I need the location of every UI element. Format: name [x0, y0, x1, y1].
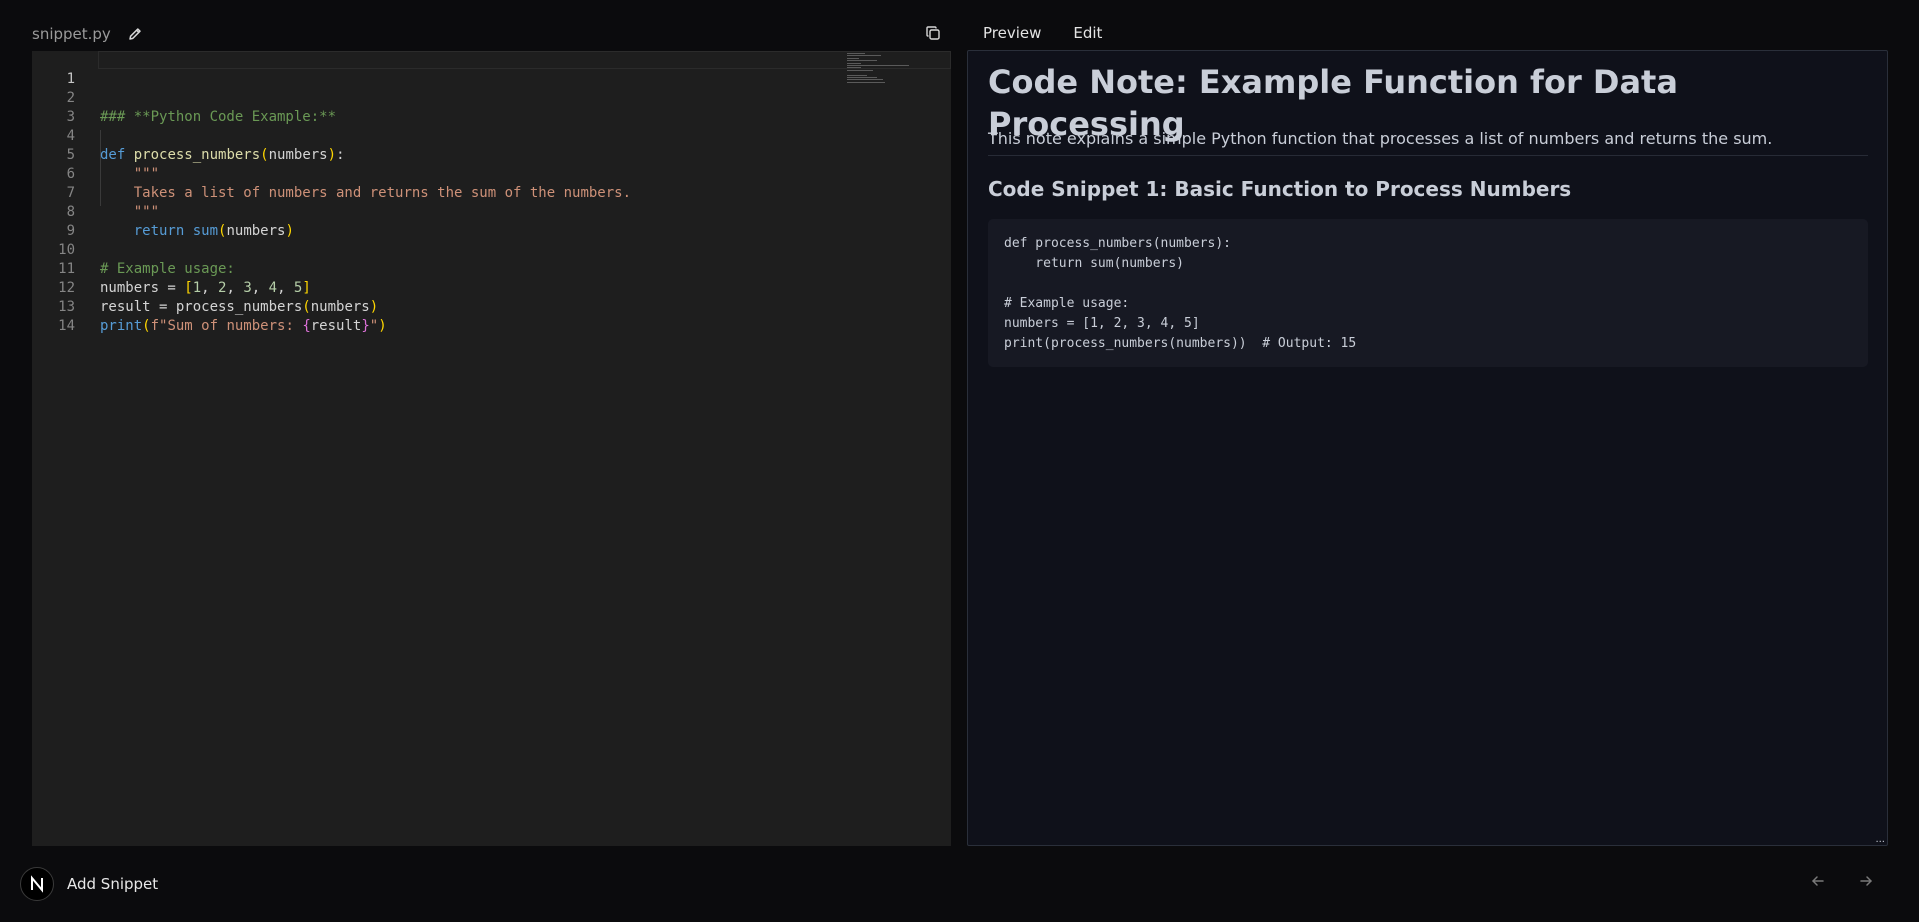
tab-preview[interactable]: Preview: [983, 22, 1041, 44]
filename: snippet.py: [32, 25, 111, 43]
logo-n-icon: [31, 875, 43, 893]
copy-icon[interactable]: [923, 23, 943, 43]
string-token: ": [369, 318, 379, 334]
code-line: 11 numbers = [1, 2, 3, 4, 5]: [32, 241, 951, 296]
app-logo: [20, 867, 54, 901]
code-line: 1: [32, 51, 951, 87]
code-line: 9: [32, 203, 951, 239]
add-snippet-button[interactable]: Add Snippet: [67, 875, 158, 893]
code-line: 12 result = process_numbers(numbers): [32, 260, 951, 315]
code-line: 10 # Example usage:: [32, 222, 951, 277]
code-line: 13 print(f"Sum of numbers: {result}"): [32, 279, 951, 334]
preview-heading: Code Snippet 1: Basic Function to Proces…: [988, 177, 1572, 201]
footer-left: Add Snippet: [20, 867, 158, 901]
variable-token: result: [310, 318, 362, 334]
view-tabs: Preview Edit: [983, 22, 1102, 44]
arrow-left-icon[interactable]: [1808, 871, 1828, 891]
code-line: 2 ### **Python Code Example:**: [32, 70, 951, 125]
function-token: print: [100, 318, 143, 334]
code-line: 4 def process_numbers(numbers):: [32, 108, 951, 163]
markdown-preview: Code Note: Example Function for Data Pro…: [967, 50, 1888, 846]
code-line: 14: [32, 298, 951, 334]
current-line-highlight: [98, 51, 951, 69]
snippet-navigation: [1808, 871, 1876, 891]
code-editor[interactable]: 1 2 ### **Python Code Example:** 3 4 def…: [32, 51, 951, 846]
pencil-icon[interactable]: [125, 24, 145, 44]
bracket-token: ): [378, 318, 387, 334]
code-line: 6 Takes a list of numbers and returns th…: [32, 146, 951, 201]
code-line: 8 return sum(numbers): [32, 184, 951, 239]
preview-code-block: def process_numbers(numbers): return sum…: [988, 219, 1868, 367]
code-line: 3: [32, 89, 951, 125]
code-line: 5 """: [32, 127, 951, 182]
preview-paragraph: This note explains a simple Python funct…: [988, 129, 1773, 148]
bracket-token: {: [302, 318, 311, 334]
code-line: 7 """: [32, 165, 951, 220]
string-token: f"Sum of numbers:: [150, 318, 303, 334]
arrow-right-icon[interactable]: [1856, 871, 1876, 891]
resize-handle-icon[interactable]: ...: [1875, 835, 1885, 845]
bracket-token: (: [142, 318, 151, 334]
line-number: 14: [58, 318, 75, 334]
file-header: snippet.py: [32, 22, 145, 46]
bracket-token: }: [361, 318, 370, 334]
tab-edit[interactable]: Edit: [1073, 22, 1102, 44]
